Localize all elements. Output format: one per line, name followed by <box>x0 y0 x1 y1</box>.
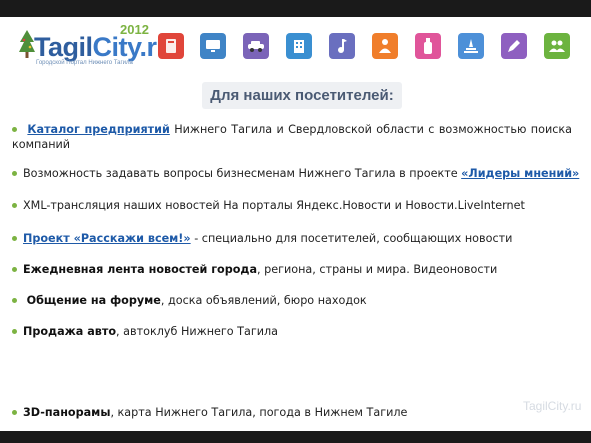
monument-icon[interactable] <box>458 33 484 59</box>
top-bar <box>0 0 591 17</box>
logo-year: 2012 <box>120 22 149 37</box>
auto-desc: , автоклуб Нижнего Тагила <box>116 325 279 338</box>
leaders-desc: Возможность задавать вопросы бизнесменам… <box>23 167 462 180</box>
tell-all-desc: - специально для посетителей, сообщающих… <box>190 232 513 245</box>
bullet <box>12 409 17 415</box>
xml-desc: XML-трансляция наших новостей На порталы… <box>23 199 525 212</box>
building-icon[interactable] <box>286 33 312 59</box>
list-item-catalog: Каталог предприятий Нижнего Тагила и Све… <box>12 122 572 152</box>
people-icon[interactable] <box>544 33 570 59</box>
logo-subtitle: Городской Портал Нижнего Тагила <box>36 60 133 66</box>
catalog-link[interactable]: Каталог предприятий <box>27 123 169 136</box>
logo-tagil: Tagil <box>34 32 93 62</box>
news-bold: Ежедневная лента новостей города <box>23 263 258 276</box>
logo-text: TagilCity.ru <box>34 32 173 63</box>
auto-bold: Продажа авто <box>23 325 117 338</box>
panorama-bold: 3D-панорамы <box>23 406 111 419</box>
bottom-bar <box>0 431 591 443</box>
person-icon[interactable] <box>372 33 398 59</box>
panorama-desc: , карта Нижнего Тагила, погода в Нижнем … <box>110 406 408 419</box>
list-item-auto: Продажа авто, автоклуб Нижнего Тагила <box>12 324 582 339</box>
drink-icon[interactable] <box>415 33 441 59</box>
site-logo[interactable]: TagilCity.ru 2012 Городской Портал Нижне… <box>18 22 173 68</box>
list-item-forum: Общение на форуме, доска объявлений, бюр… <box>12 293 582 308</box>
list-item-xml: XML-трансляция наших новостей На порталы… <box>12 198 582 213</box>
list-item-panorama: 3D-панорамы, карта Нижнего Тагила, погод… <box>12 405 582 420</box>
forum-bold: Общение на форуме <box>26 294 161 307</box>
list-item-leaders: Возможность задавать вопросы бизнесменам… <box>12 166 582 181</box>
news-desc: , региона, страны и мира. Видеоновости <box>257 263 498 276</box>
bullet <box>12 235 17 241</box>
computer-icon[interactable] <box>200 33 226 59</box>
book-icon[interactable] <box>158 33 184 59</box>
bullet <box>12 328 17 334</box>
car-icon[interactable] <box>243 33 269 59</box>
bullet <box>12 266 17 272</box>
bullet <box>12 297 17 303</box>
music-icon[interactable] <box>329 33 355 59</box>
forum-desc: , доска объявлений, бюро находок <box>160 294 367 307</box>
leaders-link[interactable]: «Лидеры мнений» <box>461 167 579 180</box>
bullet <box>12 126 17 132</box>
list-item-tell-all: Проект «Расскажи всем!» - специально для… <box>12 231 582 246</box>
visitors-header: Для наших посетителей: <box>202 82 402 109</box>
bullet <box>12 202 17 208</box>
tell-all-link[interactable]: Проект «Расскажи всем!» <box>23 232 191 245</box>
bullet <box>12 170 17 176</box>
pen-icon[interactable] <box>501 33 527 59</box>
list-item-news: Ежедневная лента новостей города, регион… <box>12 262 582 277</box>
